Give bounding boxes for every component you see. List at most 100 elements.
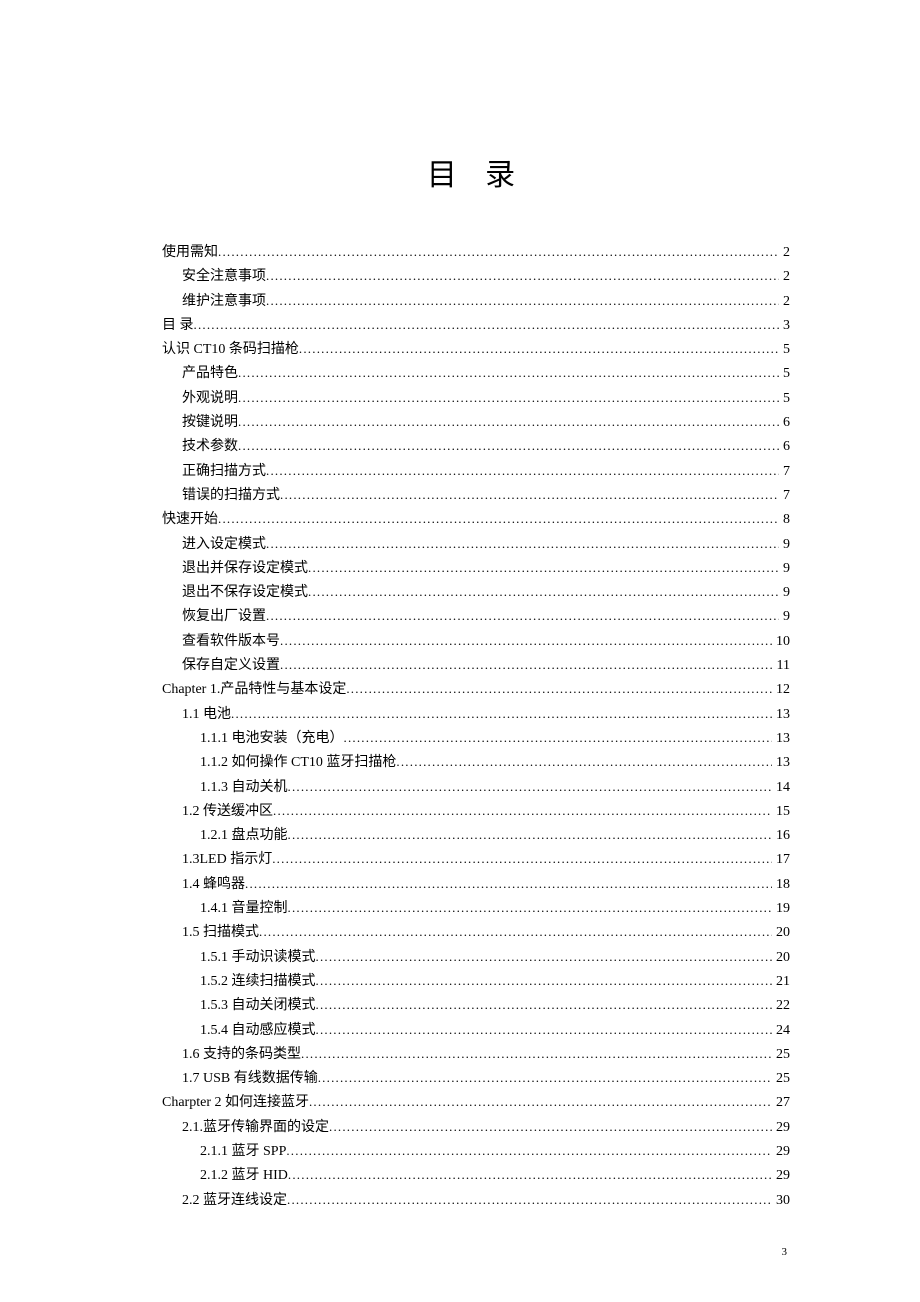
toc-entry[interactable]: Charpter 2 如何连接蓝牙27 — [162, 1090, 790, 1114]
toc-leader — [238, 410, 779, 433]
toc-entry[interactable]: 外观说明5 — [162, 386, 790, 410]
toc-entry-label: 外观说明 — [182, 387, 238, 410]
toc-entry-label: 1.7 USB 有线数据传输 — [182, 1067, 318, 1090]
toc-entry[interactable]: 1.4 蜂鸣器18 — [162, 872, 790, 896]
toc-entry-label: 目 录 — [162, 314, 194, 337]
toc-leader — [194, 313, 780, 336]
toc-entry[interactable]: 1.1 电池13 — [162, 702, 790, 726]
toc-entry[interactable]: 维护注意事项2 — [162, 289, 790, 313]
toc-entry-page: 29 — [772, 1164, 790, 1187]
toc-entry[interactable]: 1.5.3 自动关闭模式22 — [162, 993, 790, 1017]
toc-leader — [266, 604, 779, 627]
toc-entry[interactable]: 错误的扫描方式7 — [162, 483, 790, 507]
toc-entry-page: 11 — [773, 654, 790, 677]
toc-leader — [218, 507, 779, 530]
toc-leader — [316, 993, 773, 1016]
toc-entry-label: 正确扫描方式 — [182, 460, 266, 483]
toc-entry-label: 1.2 传送缓冲区 — [182, 800, 273, 823]
toc-entry-page: 12 — [772, 678, 790, 701]
toc-entry[interactable]: 1.4.1 音量控制19 — [162, 896, 790, 920]
toc-leader — [301, 1042, 772, 1065]
toc-entry-label: 保存自定义设置 — [182, 654, 280, 677]
toc-entry-label: 技术参数 — [182, 435, 238, 458]
toc-leader — [280, 483, 779, 506]
toc-entry[interactable]: 2.1.蓝牙传输界面的设定29 — [162, 1115, 790, 1139]
toc-leader — [286, 1139, 772, 1162]
toc-entry[interactable]: 1.1.2 如何操作 CT10 蓝牙扫描枪13 — [162, 750, 790, 774]
toc-entry[interactable]: 保存自定义设置 11 — [162, 653, 790, 677]
toc-entry[interactable]: 1.1.3 自动关机14 — [162, 775, 790, 799]
toc-entry[interactable]: 2.1.2 蓝牙 HID29 — [162, 1163, 790, 1187]
toc-leader — [316, 945, 773, 968]
toc-entry[interactable]: 安全注意事项2 — [162, 264, 790, 288]
toc-entry[interactable]: 1.7 USB 有线数据传输25 — [162, 1066, 790, 1090]
toc-leader — [266, 289, 779, 312]
page-title: 目 录 — [162, 150, 790, 194]
toc-entry[interactable]: 1.2.1 盘点功能16 — [162, 823, 790, 847]
toc-entry-page: 3 — [779, 314, 790, 337]
toc-leader — [266, 264, 779, 287]
toc-entry[interactable]: 退出并保存设定模式9 — [162, 556, 790, 580]
toc-entry[interactable]: 1.5 扫描模式 20 — [162, 920, 790, 944]
toc-leader — [396, 750, 772, 773]
toc-entry-label: 2.1.1 蓝牙 SPP — [200, 1140, 286, 1163]
toc-entry[interactable]: 正确扫描方式7 — [162, 459, 790, 483]
toc-entry-page: 21 — [772, 970, 790, 993]
toc-entry-label: 1.6 支持的条码类型 — [182, 1043, 301, 1066]
toc-entry[interactable]: 查看软件版本号 10 — [162, 629, 790, 653]
toc-entry-label: 查看软件版本号 — [182, 630, 280, 653]
toc-entry-label: 1.4.1 音量控制 — [200, 897, 288, 920]
toc-leader — [231, 702, 772, 725]
toc-entry-label: 退出不保存设定模式 — [182, 581, 308, 604]
toc-entry[interactable]: 1.1.1 电池安装（充电）13 — [162, 726, 790, 750]
toc-entry[interactable]: 1.5.1 手动识读模式20 — [162, 945, 790, 969]
toc-entry[interactable]: 1.5.2 连续扫描模式21 — [162, 969, 790, 993]
toc-leader — [316, 1018, 773, 1041]
toc-leader — [344, 726, 773, 749]
toc-leader — [308, 580, 779, 603]
toc-entry-label: 1.5 扫描模式 — [182, 921, 259, 944]
toc-entry[interactable]: 进入设定模式9 — [162, 532, 790, 556]
toc-entry[interactable]: 2.1.1 蓝牙 SPP29 — [162, 1139, 790, 1163]
toc-entry-label: 2.2 蓝牙连线设定 — [182, 1189, 287, 1212]
toc-entry-page: 24 — [772, 1019, 790, 1042]
toc-entry-page: 14 — [772, 776, 790, 799]
toc-entry-page: 29 — [772, 1116, 790, 1139]
toc-entry-label: 按键说明 — [182, 411, 238, 434]
toc-entry-page: 15 — [772, 800, 790, 823]
toc-entry-page: 20 — [772, 921, 790, 944]
toc-entry-page: 27 — [772, 1091, 790, 1114]
toc-entry-label: 认识 CT10 条码扫描枪 — [162, 338, 299, 361]
toc-entry-label: 1.5.1 手动识读模式 — [200, 946, 316, 969]
toc-leader — [308, 556, 779, 579]
toc-entry[interactable]: 按键说明6 — [162, 410, 790, 434]
toc-entry[interactable]: 退出不保存设定模式9 — [162, 580, 790, 604]
toc-leader — [218, 240, 779, 263]
toc-entry-page: 2 — [779, 241, 790, 264]
toc-entry-page: 10 — [772, 630, 790, 653]
toc-entry-label: 安全注意事项 — [182, 265, 266, 288]
toc-entry[interactable]: 1.2 传送缓冲区 15 — [162, 799, 790, 823]
toc-entry-page: 17 — [772, 848, 790, 871]
toc-entry-label: 错误的扫描方式 — [182, 484, 280, 507]
toc-entry[interactable]: 认识 CT10 条码扫描枪5 — [162, 337, 790, 361]
toc-entry[interactable]: 1.5.4 自动感应模式24 — [162, 1018, 790, 1042]
toc-leader — [238, 386, 779, 409]
toc-entry[interactable]: 恢复出厂设置9 — [162, 604, 790, 628]
toc-entry-label: 1.1.1 电池安装（充电） — [200, 727, 344, 750]
toc-leader — [280, 629, 772, 652]
toc-entry[interactable]: 目 录 3 — [162, 313, 790, 337]
toc-entry-page: 9 — [779, 557, 790, 580]
toc-entry[interactable]: 快速开始8 — [162, 507, 790, 531]
toc-entry[interactable]: 1.3LED 指示灯17 — [162, 847, 790, 871]
toc-entry[interactable]: 产品特色5 — [162, 361, 790, 385]
toc-entry[interactable]: 1.6 支持的条码类型25 — [162, 1042, 790, 1066]
table-of-contents: 使用需知2安全注意事项2维护注意事项2目 录3认识 CT10 条码扫描枪5产品特… — [162, 240, 790, 1212]
toc-entry[interactable]: 技术参数6 — [162, 434, 790, 458]
toc-entry[interactable]: 2.2 蓝牙连线设定30 — [162, 1188, 790, 1212]
toc-leader — [346, 677, 772, 700]
toc-entry[interactable]: Chapter 1.产品特性与基本设定12 — [162, 677, 790, 701]
toc-entry[interactable]: 使用需知2 — [162, 240, 790, 264]
toc-entry-page: 9 — [779, 605, 790, 628]
toc-leader — [309, 1090, 772, 1113]
